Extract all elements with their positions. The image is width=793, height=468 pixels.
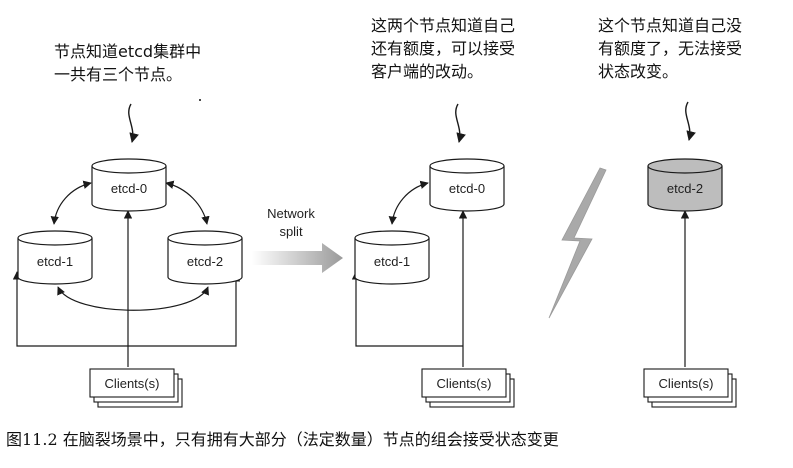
annotation-middle-line-3: 客户端的改动。 xyxy=(371,62,483,81)
annotation-left-line-1: 节点知道etcd集群中 xyxy=(54,42,201,61)
node-etcd-1-left-label: etcd-1 xyxy=(37,254,73,269)
node-etcd-1-middle-label: etcd-1 xyxy=(374,254,410,269)
pointer-arrow-middle xyxy=(455,103,466,143)
annotation-middle-line-2: 还有额度，可以接受 xyxy=(371,39,515,58)
link-etcd0-etcd1-middle xyxy=(388,180,429,225)
node-etcd-2-left: etcd-2 xyxy=(167,230,243,285)
node-etcd-2-isolated: etcd-2 xyxy=(647,158,723,212)
pointer-arrow-right xyxy=(685,101,696,141)
clients-label-left: Clients(s) xyxy=(105,376,160,391)
cluster-right: etcd-2 Clients(s) xyxy=(643,158,737,408)
node-etcd-0-left-label: etcd-0 xyxy=(111,181,147,196)
node-etcd-0-middle-label: etcd-0 xyxy=(449,181,485,196)
cluster-left: etcd-0 etcd-1 etcd-2 Clients(s) xyxy=(12,158,243,408)
diagram-canvas: 节点知道etcd集群中 一共有三个节点。 这两个节点知道自己 还有额度，可以接受… xyxy=(12,16,742,408)
network-split-label-line-1: Network xyxy=(267,206,315,221)
clients-stack-right: Clients(s) xyxy=(643,368,737,408)
network-split-label-line-2: split xyxy=(279,224,303,239)
annotation-left-line-2: 一共有三个节点。 xyxy=(54,65,182,84)
stray-dot xyxy=(199,99,201,101)
annotation-left: 节点知道etcd集群中 一共有三个节点。 xyxy=(54,42,201,84)
clients-stack-left: Clients(s) xyxy=(89,368,183,408)
link-etcd0-etcd1-left xyxy=(50,180,92,225)
node-etcd-1-middle: etcd-1 xyxy=(354,230,430,285)
figure-caption: 图11.2 在脑裂场景中，只有拥有大部分（法定数量）节点的组会接受状态变更 xyxy=(6,430,559,449)
annotation-right-line-3: 状态改变。 xyxy=(598,62,678,81)
network-split-arrow xyxy=(252,243,343,273)
network-split: Network split xyxy=(252,206,343,273)
pointer-arrow-left xyxy=(128,103,139,143)
link-etcd0-etcd2-left xyxy=(165,180,210,225)
annotation-right-line-1: 这个节点知道自己没 xyxy=(598,16,742,35)
link-etcd1-etcd2-left xyxy=(57,286,209,311)
annotation-middle: 这两个节点知道自己 还有额度，可以接受 客户端的改动。 xyxy=(371,16,515,81)
node-etcd-0-middle: etcd-0 xyxy=(429,158,505,212)
node-etcd-2-isolated-label: etcd-2 xyxy=(667,181,703,196)
node-etcd-0-left: etcd-0 xyxy=(91,158,167,212)
annotation-middle-line-1: 这两个节点知道自己 xyxy=(371,16,515,35)
node-etcd-1-left: etcd-1 xyxy=(17,230,93,285)
annotation-right: 这个节点知道自己没 有额度了，无法接受 状态改变。 xyxy=(598,16,742,81)
cluster-middle: etcd-0 etcd-1 Clients(s) xyxy=(351,158,515,408)
annotation-right-line-2: 有额度了，无法接受 xyxy=(598,39,742,58)
clients-label-middle: Clients(s) xyxy=(437,376,492,391)
node-etcd-2-left-label: etcd-2 xyxy=(187,254,223,269)
clients-stack-middle: Clients(s) xyxy=(421,368,515,408)
clients-label-right: Clients(s) xyxy=(659,376,714,391)
lightning-bolt-icon xyxy=(548,167,607,319)
